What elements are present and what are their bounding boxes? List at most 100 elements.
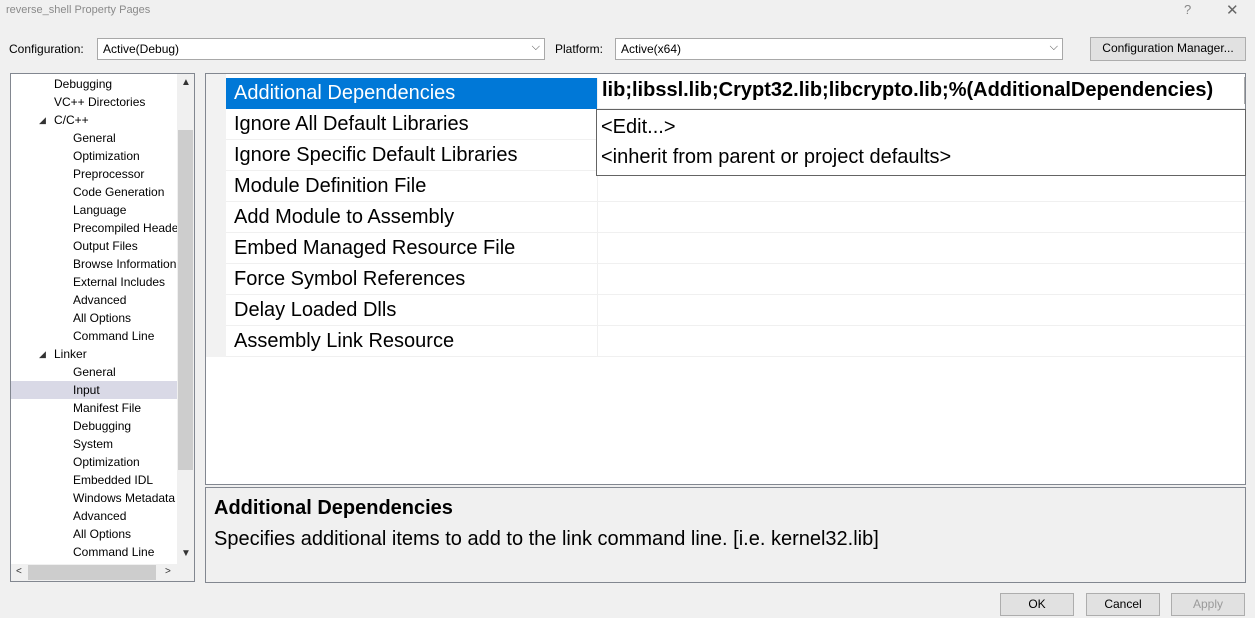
scroll-left-icon[interactable]: < xyxy=(16,566,22,577)
dropdown-option-edit[interactable]: <Edit...> xyxy=(601,116,676,139)
description-panel: Additional Dependencies Specifies additi… xyxy=(205,487,1246,583)
tree-item-label: Manifest File xyxy=(73,401,142,415)
tree-item[interactable]: All Options xyxy=(11,309,177,327)
tree-item[interactable]: Preprocessor xyxy=(11,165,177,183)
tree-item[interactable]: Code Generation xyxy=(11,183,177,201)
tree-vertical-scrollbar[interactable]: ▲ ▼ xyxy=(177,74,194,564)
tree-items: Debugging VC++ Directories ◢ C/C++ General Op… xyxy=(11,74,177,564)
ok-button[interactable]: OK xyxy=(1000,593,1074,616)
tree-item[interactable]: All Options xyxy=(11,525,177,543)
property-row[interactable]: Embed Managed Resource File xyxy=(226,233,1245,264)
description-text: Specifies additional items to add to the… xyxy=(214,528,879,550)
scroll-down-icon[interactable]: ▼ xyxy=(181,548,191,559)
tree-item-label: Output Files xyxy=(73,239,138,253)
property-row[interactable]: Add Module to Assembly xyxy=(226,202,1245,233)
description-title: Additional Dependencies xyxy=(214,497,453,519)
tree-item[interactable]: General xyxy=(11,363,177,381)
tree-item-label: Embedded IDL xyxy=(73,473,154,487)
tree-item[interactable]: Windows Metadata xyxy=(11,489,177,507)
tree-item[interactable]: Advanced xyxy=(11,507,177,525)
scroll-thumb[interactable] xyxy=(178,130,193,470)
property-name: Assembly Link Resource xyxy=(226,326,598,357)
tree-item-label: Advanced xyxy=(73,293,127,307)
tree-item-label: Command Line xyxy=(73,545,155,559)
platform-label: Platform: xyxy=(555,42,604,56)
tree-item-label: Optimization xyxy=(73,149,140,163)
apply-button[interactable]: Apply xyxy=(1171,593,1245,616)
property-row[interactable]: Delay Loaded Dlls xyxy=(226,295,1245,326)
tree-item-label: System xyxy=(73,437,114,451)
scroll-thumb[interactable] xyxy=(28,565,156,580)
tree-item-label: VC++ Directories xyxy=(54,95,146,109)
value-dropdown-button[interactable]: ⌵ xyxy=(1244,77,1245,104)
configuration-label: Configuration: xyxy=(9,42,84,56)
tree-item[interactable]: ◢ C/C++ xyxy=(11,111,177,129)
tree-item[interactable]: Command Line xyxy=(11,543,177,561)
tree-item-label: All Options xyxy=(73,527,132,541)
tree-item-label: All Options xyxy=(73,311,132,325)
tree-item[interactable]: Precompiled Heade xyxy=(11,219,177,237)
dropdown-option-inherit[interactable]: <inherit from parent or project defaults… xyxy=(601,146,951,169)
tree-item[interactable]: Optimization xyxy=(11,453,177,471)
platform-value: Active(x64) xyxy=(621,42,682,56)
tree-item-label: Debugging xyxy=(73,419,132,433)
expanded-arrow-icon[interactable]: ◢ xyxy=(39,345,46,363)
tree-item[interactable]: Advanced xyxy=(11,291,177,309)
property-row[interactable]: Assembly Link Resource xyxy=(226,326,1245,357)
tree-item[interactable]: Output Files xyxy=(11,237,177,255)
tree-item[interactable]: VC++ Directories xyxy=(11,93,177,111)
property-row[interactable]: Force Symbol References xyxy=(226,264,1245,295)
platform-combo[interactable]: Active(x64) ⌵ xyxy=(615,38,1063,60)
tree-item[interactable]: Browse Information xyxy=(11,255,177,273)
tree-item[interactable]: Manifest File xyxy=(11,399,177,417)
category-tree[interactable]: Debugging VC++ Directories ◢ C/C++ General Op… xyxy=(10,73,195,582)
grid-gutter xyxy=(206,74,226,357)
tree-item-label: Linker xyxy=(54,347,87,361)
configuration-value: Active(Debug) xyxy=(103,42,180,56)
tree-item-label: General xyxy=(73,365,116,379)
title-bar: reverse_shell Property Pages ? ✕ xyxy=(0,0,1255,24)
tree-item[interactable]: Embedded IDL xyxy=(11,471,177,489)
scroll-right-icon[interactable]: > xyxy=(165,566,171,577)
tree-item-label: Preprocessor xyxy=(73,167,145,181)
tree-item-label: Browse Information xyxy=(73,257,177,271)
tree-item-label: Windows Metadata xyxy=(73,491,176,505)
property-name: Force Symbol References xyxy=(226,264,598,295)
chevron-down-icon: ⌵ xyxy=(531,41,540,53)
tree-item[interactable]: Language xyxy=(11,201,177,219)
expanded-arrow-icon[interactable]: ◢ xyxy=(39,111,46,129)
property-name: Ignore All Default Libraries xyxy=(226,109,598,140)
tree-item-label: C/C++ xyxy=(54,113,89,127)
value-dropdown-list: <Edit...> <inherit from parent or projec… xyxy=(596,109,1246,176)
tree-item[interactable]: Debugging xyxy=(11,75,177,93)
tree-item[interactable]: General xyxy=(11,129,177,147)
tree-item-label: General xyxy=(73,131,116,145)
tree-item-label: Debugging xyxy=(54,77,113,91)
tree-item-label: Command Line xyxy=(73,329,155,343)
tree-item[interactable]: Command Line xyxy=(11,327,177,345)
window-title: reverse_shell Property Pages xyxy=(6,4,151,16)
tree-item-label: Code Generation xyxy=(73,185,165,199)
property-name: Add Module to Assembly xyxy=(226,202,598,233)
tree-item-label: Advanced xyxy=(73,509,127,523)
configuration-manager-button[interactable]: Configuration Manager... xyxy=(1090,37,1246,61)
configuration-combo[interactable]: Active(Debug) ⌵ xyxy=(97,38,545,60)
tree-item[interactable]: ◢ Linker xyxy=(11,345,177,363)
property-name: Delay Loaded Dlls xyxy=(226,295,598,326)
tree-item-label: External Includes xyxy=(73,275,166,289)
value-text: lib;libssl.lib;Crypt32.lib;libcrypto.lib… xyxy=(602,79,1214,101)
tree-item-label: Input xyxy=(73,383,100,397)
help-icon[interactable]: ? xyxy=(1184,2,1191,17)
tree-item[interactable]: Debugging xyxy=(11,417,177,435)
scroll-up-icon[interactable]: ▲ xyxy=(181,77,191,88)
cancel-button[interactable]: Cancel xyxy=(1086,593,1160,616)
tree-item[interactable]: External Includes xyxy=(11,273,177,291)
tree-item[interactable]: Optimization xyxy=(11,147,177,165)
tree-item[interactable]: System xyxy=(11,435,177,453)
close-icon[interactable]: ✕ xyxy=(1226,1,1239,19)
tree-item[interactable]: Input xyxy=(11,381,177,399)
tree-item-label: Precompiled Heade xyxy=(73,221,177,235)
additional-dependencies-value[interactable]: lib;libssl.lib;Crypt32.lib;libcrypto.lib… xyxy=(598,75,1245,106)
tree-item-label: Optimization xyxy=(73,455,140,469)
tree-horizontal-scrollbar[interactable]: < > xyxy=(11,564,194,581)
